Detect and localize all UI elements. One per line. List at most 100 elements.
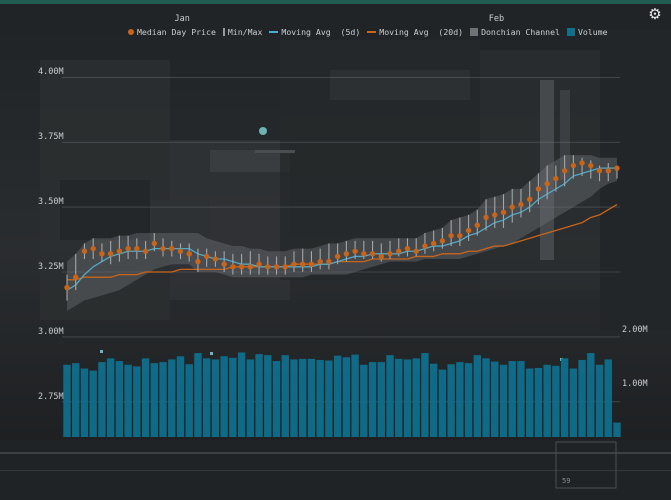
volume-bar <box>351 354 359 437</box>
legend-item-ma20[interactable]: Moving Avg (20d) <box>367 27 463 37</box>
volume-bar <box>185 364 193 437</box>
volume-bar <box>525 368 534 437</box>
volume-bar <box>543 364 551 437</box>
median-price-point <box>396 248 402 254</box>
median-price-point <box>186 251 192 257</box>
volume-bar <box>98 362 106 437</box>
median-price-point <box>160 245 166 252</box>
median-price-point <box>561 168 568 174</box>
median-price-point <box>518 201 524 208</box>
median-price-point <box>300 261 306 267</box>
volume-bar <box>299 358 307 437</box>
volume-bar <box>429 363 438 437</box>
volume-bar <box>421 353 429 437</box>
legend-item-median[interactable]: Median Day Price <box>128 27 216 37</box>
volume-bar <box>613 422 621 437</box>
month-label: Feb <box>488 14 505 24</box>
legend-swatch <box>269 31 279 33</box>
legend-item-donchian[interactable]: Donchian Channel <box>470 27 560 37</box>
legend-label: Min/Max <box>227 27 263 37</box>
median-price-point <box>544 181 550 187</box>
legend-swatch <box>470 28 479 36</box>
volume-bar <box>499 364 508 437</box>
median-price-point <box>142 248 149 254</box>
volume-bar <box>464 363 473 437</box>
volume-bar <box>281 355 289 437</box>
volume-bar <box>552 365 560 437</box>
volume-bar <box>368 362 377 437</box>
volume-bar <box>237 352 246 437</box>
volume-bar <box>106 358 115 437</box>
median-price-point <box>492 212 498 218</box>
price-tick-label: 3.75M <box>38 132 64 143</box>
median-price-point <box>483 214 489 221</box>
median-price-point <box>413 248 419 254</box>
month-label: Jan <box>174 14 190 24</box>
legend-label: Volume <box>577 27 608 37</box>
median-price-point <box>134 245 140 252</box>
volume-bar <box>72 363 80 437</box>
volume-bar <box>246 359 255 437</box>
median-price-point <box>90 245 96 252</box>
median-price-point <box>378 253 384 260</box>
volume-bar <box>133 366 141 437</box>
volume-bar <box>482 358 490 437</box>
volume-bar <box>517 361 525 437</box>
gear-icon[interactable]: ⚙ <box>647 6 663 22</box>
median-price-point <box>195 258 201 265</box>
median-price-point <box>151 240 157 247</box>
legend-label: Median Day Price <box>137 27 216 37</box>
median-price-point <box>99 251 105 257</box>
median-price-point <box>361 251 367 257</box>
median-price-point <box>308 261 315 267</box>
volume-bar <box>220 356 228 437</box>
volume-bar <box>403 359 412 437</box>
legend-swatch <box>222 28 225 36</box>
volume-bar <box>560 358 569 437</box>
median-price-point <box>526 196 533 203</box>
median-price-point <box>343 251 350 257</box>
legend-label: Moving Avg (5d) <box>281 27 361 37</box>
median-price-point <box>535 186 542 192</box>
median-price-point <box>291 261 297 267</box>
volume-bar <box>569 368 578 437</box>
volume-bar <box>395 358 403 437</box>
price-tick-label: 2.75M <box>38 391 64 402</box>
volume-bar <box>290 359 298 437</box>
volume-bar <box>386 355 394 437</box>
legend-item-volume[interactable]: Volume <box>566 27 608 37</box>
median-price-point <box>457 232 463 239</box>
legend-label: Donchian Channel <box>481 27 560 37</box>
volume-bar <box>194 353 202 437</box>
volume-bar <box>63 364 71 437</box>
volume-bar <box>176 356 185 437</box>
median-price-point <box>265 264 271 270</box>
volume-bar <box>360 364 368 437</box>
legend-swatch <box>566 28 575 36</box>
price-tick-label: 3.00M <box>38 326 64 337</box>
median-price-point <box>387 251 393 257</box>
volume-bar <box>473 355 482 437</box>
median-price-point <box>317 258 323 265</box>
median-price-point <box>579 160 585 166</box>
volume-bar <box>272 361 281 437</box>
volume-bar <box>534 367 543 437</box>
volume-tick-label: 1.00M <box>622 378 648 389</box>
volume-bar <box>491 361 499 437</box>
median-price-point <box>465 227 472 234</box>
volume-bar <box>456 362 464 437</box>
legend-item-minmax[interactable]: Min/Max <box>222 27 263 37</box>
volume-bar <box>377 362 385 437</box>
volume-bar <box>89 370 97 437</box>
volume-bar <box>342 357 351 437</box>
median-price-point <box>326 258 332 265</box>
median-price-point <box>230 264 236 270</box>
legend-label: Moving Avg (20d) <box>379 27 464 37</box>
median-price-point <box>107 251 114 257</box>
median-price-point <box>500 209 507 215</box>
median-price-point <box>422 243 428 249</box>
median-price-point <box>203 253 210 260</box>
median-price-point <box>273 264 280 270</box>
volume-bar <box>124 364 132 437</box>
legend-item-ma5[interactable]: Moving Avg (5d) <box>269 27 360 37</box>
